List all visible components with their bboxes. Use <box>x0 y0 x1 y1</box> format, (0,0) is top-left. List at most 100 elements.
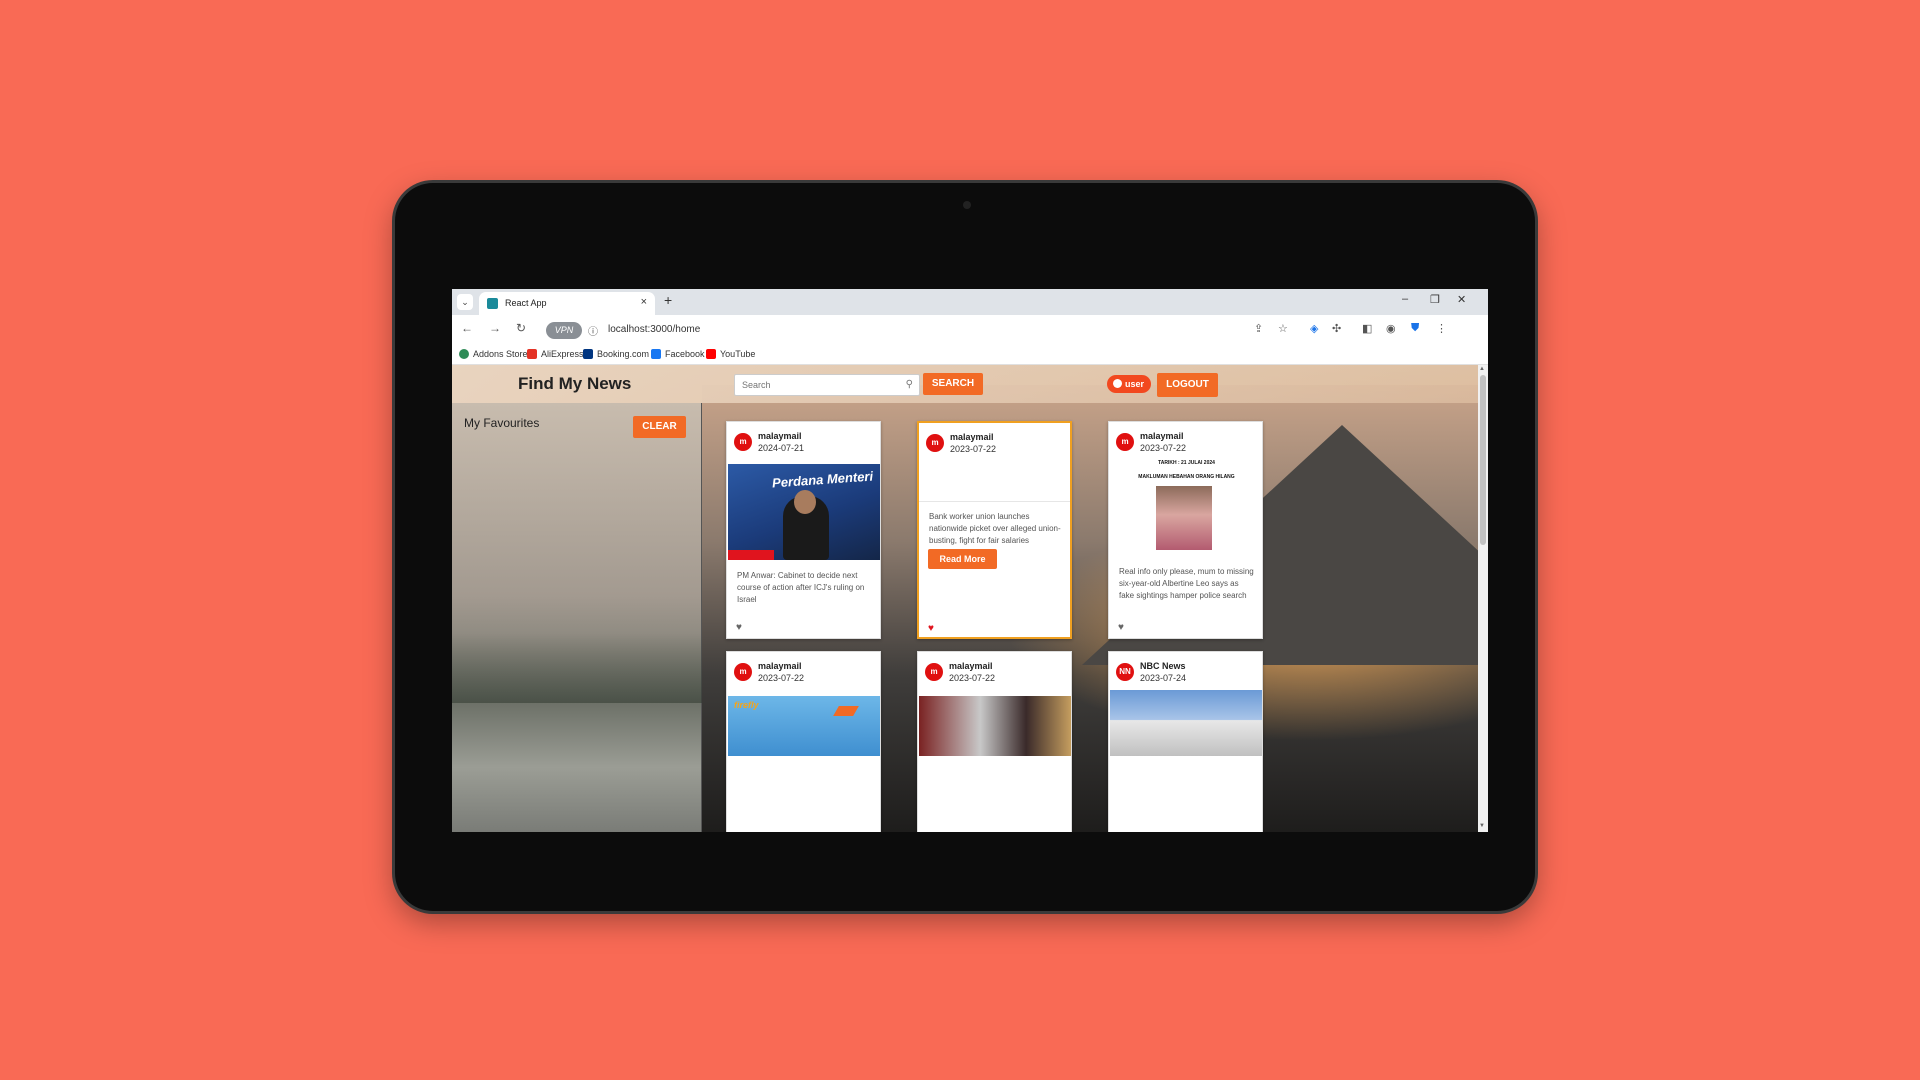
tab-close-icon[interactable]: × <box>641 296 647 308</box>
sidebar-treeline <box>452 633 702 703</box>
restore-button[interactable]: ❐ <box>1430 293 1440 306</box>
article-image: TARIKH : 21 JULAI 2024 MAKLUMAN HEBAHAN … <box>1110 458 1262 552</box>
profile-icon[interactable]: ◉ <box>1386 322 1396 335</box>
user-label: user <box>1125 379 1145 389</box>
favourites-sidebar: My Favourites CLEAR <box>452 403 702 832</box>
tab-search-dropdown-icon[interactable]: ⌄ <box>457 294 473 310</box>
image-plane-tail <box>833 706 859 716</box>
user-icon <box>1113 379 1122 388</box>
facebook-icon <box>651 349 661 359</box>
youtube-icon <box>706 349 716 359</box>
reload-icon[interactable]: ↻ <box>516 321 526 335</box>
camera <box>963 201 971 209</box>
article-headline: PM Anwar: Cabinet to decide next course … <box>737 571 865 604</box>
search-button[interactable]: SEARCH <box>923 373 983 395</box>
heart-icon[interactable]: ♥ <box>1118 622 1124 633</box>
image-child-photo <box>1156 486 1212 550</box>
article-date: 2023-07-22 <box>949 673 996 683</box>
source-name: malaymail <box>758 661 802 671</box>
logout-button[interactable]: LOGOUT <box>1157 373 1218 397</box>
shield-extension-icon[interactable]: ⛊ <box>1411 322 1419 335</box>
minimize-button[interactable]: – <box>1402 293 1408 305</box>
heart-icon[interactable]: ♥ <box>736 622 742 633</box>
article-date: 2023-07-24 <box>1140 673 1187 683</box>
article-headline: Bank worker union launches nationwide pi… <box>929 512 1061 545</box>
source-name: malaymail <box>950 432 994 442</box>
article-headline: Real info only please, mum to missing si… <box>1119 567 1254 600</box>
extensions-icon[interactable]: ✣ <box>1332 322 1341 335</box>
source-avatar: m <box>926 434 944 452</box>
bookmark-label: Addons Store <box>473 349 528 359</box>
source-name: malaymail <box>1140 431 1184 441</box>
bookmark-aliexpress[interactable]: AliExpress <box>527 349 584 359</box>
tab-react-app[interactable]: React App × <box>479 292 655 315</box>
news-card[interactable]: NN NBC News 2023-07-24 <box>1108 651 1263 832</box>
bookmarks-bar: Addons Store AliExpress Booking.com Face… <box>452 345 1488 365</box>
article-date: 2023-07-22 <box>758 673 805 683</box>
read-more-button[interactable]: Read More <box>928 549 997 569</box>
card-divider <box>919 501 1070 502</box>
bookmark-label: YouTube <box>720 349 756 359</box>
tab-title: React App <box>505 298 547 308</box>
new-tab-button[interactable]: + <box>664 292 672 308</box>
tablet-frame: ⌄ React App × + – ❐ ✕ ← → ↻ VPN ⓘ localh… <box>395 183 1535 911</box>
bitwarden-extension-icon[interactable]: ◈ <box>1310 322 1318 335</box>
search-field[interactable]: ⚲ <box>734 374 920 396</box>
scroll-down-icon[interactable]: ▼ <box>1479 823 1485 829</box>
image-date-line: TARIKH : 21 JULAI 2024 <box>1158 460 1215 466</box>
article-image: firefly <box>728 696 880 756</box>
menu-kebab-icon[interactable]: ⋮ <box>1436 322 1447 335</box>
news-card[interactable]: m malaymail 2024-07-21 Perdana Menteri P… <box>726 421 881 639</box>
scroll-up-icon[interactable]: ▲ <box>1479 366 1485 372</box>
react-favicon-icon <box>487 298 498 309</box>
back-icon[interactable]: ← <box>461 321 473 335</box>
clear-button[interactable]: CLEAR <box>633 416 686 438</box>
page-scrollbar[interactable]: ▲ ▼ <box>1478 365 1488 832</box>
bookmark-star-icon[interactable]: ☆ <box>1278 322 1288 335</box>
search-input[interactable] <box>735 375 895 395</box>
article-image: Perdana Menteri <box>728 464 880 560</box>
source-name: NBC News <box>1140 661 1186 671</box>
image-face <box>794 490 816 514</box>
bookmark-youtube[interactable]: YouTube <box>706 349 755 359</box>
bookmark-addons-store[interactable]: Addons Store <box>459 349 528 359</box>
bookmark-label: Facebook <box>665 349 705 359</box>
app-header: Find My News ⚲ SEARCH user LOGOUT <box>452 365 1478 403</box>
aliexpress-icon <box>527 349 537 359</box>
bookmark-facebook[interactable]: Facebook <box>651 349 705 359</box>
user-badge[interactable]: user <box>1107 375 1151 393</box>
news-card[interactable]: m malaymail 2023-07-22 <box>917 651 1072 832</box>
vpn-badge[interactable]: VPN <box>546 322 582 339</box>
news-card-highlighted[interactable]: m malaymail 2023-07-22 Bank worker union… <box>917 421 1072 639</box>
window-close-button[interactable]: ✕ <box>1457 293 1466 306</box>
app-viewport: Find My News ⚲ SEARCH user LOGOUT My Fav… <box>452 365 1478 832</box>
source-name: malaymail <box>758 431 802 441</box>
address-bar[interactable]: localhost:3000/home <box>608 324 700 335</box>
share-icon[interactable]: ⇪ <box>1254 322 1263 335</box>
favourites-title: My Favourites <box>464 416 540 430</box>
side-panel-icon[interactable]: ◧ <box>1362 322 1372 335</box>
brand-title: Find My News <box>518 374 632 393</box>
heart-icon[interactable]: ♥ <box>928 623 934 634</box>
image-caption: firefly <box>734 700 759 710</box>
forward-icon[interactable]: → <box>489 321 501 335</box>
image-caption: Perdana Menteri <box>771 468 874 491</box>
bookmark-label: AliExpress <box>541 349 584 359</box>
source-avatar: NN <box>1116 663 1134 681</box>
scrollbar-thumb[interactable] <box>1480 375 1486 545</box>
article-date: 2023-07-22 <box>1140 443 1187 453</box>
bookmark-booking[interactable]: Booking.com <box>583 349 649 359</box>
addons-store-icon <box>459 349 469 359</box>
address-toolbar: ← → ↻ VPN ⓘ localhost:3000/home ⇪ ☆ ◈ ✣ … <box>452 315 1488 345</box>
article-date: 2024-07-21 <box>758 443 805 453</box>
site-info-icon[interactable]: ⓘ <box>588 323 598 338</box>
article-date: 2023-07-22 <box>950 444 997 454</box>
article-image <box>1110 690 1262 756</box>
bookmark-label: Booking.com <box>597 349 650 359</box>
news-card[interactable]: m malaymail 2023-07-22 firefly <box>726 651 881 832</box>
search-icon: ⚲ <box>905 379 913 390</box>
news-card[interactable]: m malaymail 2023-07-22 TARIKH : 21 JULAI… <box>1108 421 1263 639</box>
tab-bar: ⌄ React App × + – ❐ ✕ <box>452 289 1488 315</box>
source-avatar: m <box>734 663 752 681</box>
browser-window: ⌄ React App × + – ❐ ✕ ← → ↻ VPN ⓘ localh… <box>452 289 1488 832</box>
